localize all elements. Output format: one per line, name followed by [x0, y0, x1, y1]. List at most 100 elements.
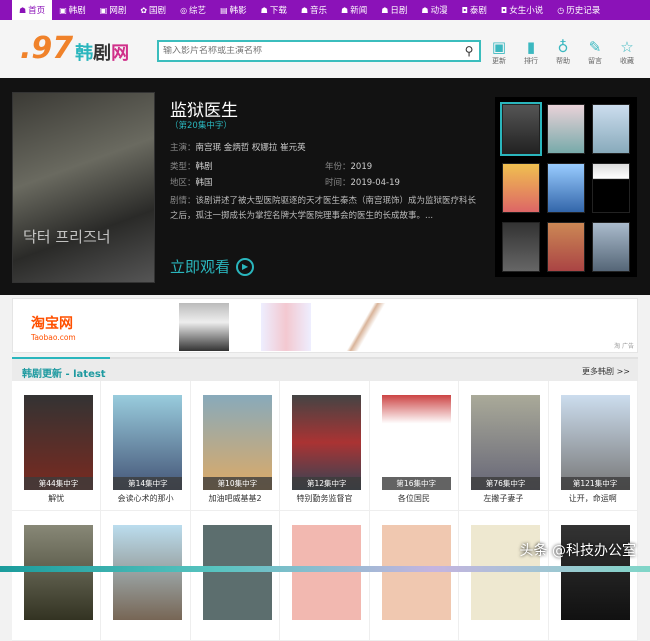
- bottom-band: [0, 566, 650, 572]
- drama-poster[interactable]: [24, 395, 93, 490]
- drama-card[interactable]: 第16集中字 各位国民: [369, 381, 460, 511]
- thumbnail[interactable]: [547, 222, 585, 272]
- tool-button[interactable]: ☆ 收藏: [616, 38, 638, 66]
- drama-card[interactable]: [369, 511, 460, 641]
- drama-card[interactable]: 第14集中字 会读心术的那小: [101, 381, 191, 511]
- drama-name[interactable]: 各位国民: [370, 493, 458, 504]
- drama-card[interactable]: [548, 511, 638, 641]
- thumbnail[interactable]: [592, 104, 630, 154]
- drama-name[interactable]: 加油吧威基基2: [191, 493, 279, 504]
- tv-icon: ▣: [59, 5, 67, 15]
- nav-item[interactable]: ◘ 泰剧: [455, 0, 494, 20]
- tool-button[interactable]: ✎ 留言: [584, 38, 606, 66]
- nav-item[interactable]: ☗ 动漫: [414, 0, 454, 20]
- tool-button[interactable]: ▮ 排行: [520, 38, 542, 66]
- clock-icon: ◷: [557, 5, 565, 15]
- section-accent: [12, 357, 110, 359]
- drama-poster[interactable]: [381, 395, 451, 490]
- poster-title-art: 닥터 프리즈너: [23, 228, 111, 246]
- drama-card[interactable]: [459, 511, 549, 641]
- episode-badge: 第14集中字: [113, 477, 183, 490]
- drama-poster[interactable]: [292, 395, 362, 490]
- nav-item[interactable]: ▣ 韩剧: [52, 0, 93, 20]
- drama-card[interactable]: 第121集中字 让开，命运啊: [548, 381, 638, 511]
- logo-number: .97: [20, 31, 74, 66]
- drama-poster[interactable]: [202, 395, 272, 490]
- nav-item[interactable]: ▣ 网剧: [93, 0, 134, 20]
- drama-card[interactable]: [101, 511, 191, 641]
- nav-item[interactable]: ☗ 首页: [12, 0, 53, 20]
- nav-item-label: 泰剧: [469, 6, 487, 16]
- drama-card[interactable]: 第12集中字 特别勤务监督官: [280, 381, 370, 511]
- watch-now-button[interactable]: 立即观看 ▶: [170, 256, 255, 277]
- top-nav: ☗ 首页 ▣ 韩剧 ▣ 网剧 ✿ 国剧 ◎ 综艺 ▤ 韩影 ☗ 下载 ☗ 音乐 ☗ 新闻 ☗ 日剧 ☗ 动漫 ◘ 泰剧 ◘ 女生小…: [0, 0, 650, 20]
- drama-card[interactable]: [190, 511, 281, 641]
- cast-value: 南宫珉 金炳哲 权娜拉 崔元英: [195, 143, 306, 153]
- nav-item[interactable]: ◷ 历史记录: [550, 0, 607, 20]
- nav-item[interactable]: ▤ 韩影: [213, 0, 254, 20]
- drama-poster[interactable]: [381, 525, 451, 620]
- nav-item[interactable]: ☗ 日剧: [374, 0, 414, 20]
- tool-label: 更新: [492, 57, 506, 65]
- ad-banner[interactable]: 淘宝网 Taobao.com 淘 广告: [12, 298, 638, 353]
- thumbnail[interactable]: [547, 163, 585, 213]
- nav-item-label: 韩影: [229, 6, 247, 16]
- drama-poster[interactable]: [560, 395, 630, 490]
- thumbnail[interactable]: [500, 102, 542, 156]
- drama-poster[interactable]: [113, 525, 183, 620]
- episode-badge: 第121集中字: [560, 477, 630, 490]
- drama-poster[interactable]: [292, 525, 362, 620]
- nav-item[interactable]: ☗ 音乐: [294, 0, 334, 20]
- drama-poster[interactable]: [202, 525, 272, 620]
- drama-card[interactable]: [12, 511, 102, 641]
- drama-card[interactable]: 第10集中字 加油吧威基基2: [190, 381, 281, 511]
- plot-label: 剧情：: [170, 196, 196, 206]
- ad-image[interactable]: [261, 303, 311, 351]
- nav-item[interactable]: ☗ 新闻: [334, 0, 374, 20]
- year-row: 年份：2019: [325, 160, 372, 172]
- thumbnail[interactable]: [502, 163, 540, 213]
- episode-badge: 第12集中字: [292, 477, 362, 490]
- featured-poster[interactable]: 닥터 프리즈너: [12, 92, 155, 283]
- nav-item-label: 首页: [28, 6, 46, 16]
- plot: 剧情：该剧讲述了被大型医院驱逐的天才医生秦杰（南宫珉饰）成为监狱医疗科长之后，孤…: [170, 194, 480, 224]
- date-label: 时间：: [325, 178, 351, 188]
- home-icon: ☗: [260, 5, 268, 15]
- ad-brand: 淘宝网: [31, 316, 73, 332]
- search-input[interactable]: [159, 46, 459, 56]
- drama-poster[interactable]: [471, 395, 541, 490]
- thumbnail[interactable]: [592, 222, 630, 272]
- more-link[interactable]: 更多韩剧 >>: [582, 366, 630, 377]
- drama-poster[interactable]: [113, 395, 183, 490]
- ad-image[interactable]: [179, 303, 229, 351]
- featured-banner: 닥터 프리즈너 监狱医生 （第20集中字） 主演：南宫珉 金炳哲 权娜拉 崔元英…: [0, 78, 650, 295]
- thumbnail[interactable]: [547, 104, 585, 154]
- tool-button[interactable]: ▣ 更新: [488, 38, 510, 66]
- drama-card[interactable]: 第76集中字 左撇子妻子: [459, 381, 549, 511]
- drama-name[interactable]: 让开，命运啊: [549, 493, 637, 504]
- drama-name[interactable]: 特别勤务监督官: [280, 493, 368, 504]
- drama-name[interactable]: 解忧: [12, 493, 100, 504]
- nav-item[interactable]: ◘ 女生小说: [494, 0, 550, 20]
- site-logo[interactable]: .97 韩剧网: [20, 34, 129, 64]
- nav-item[interactable]: ✿ 国剧: [133, 0, 173, 20]
- nav-item[interactable]: ☗ 下载: [254, 0, 294, 20]
- featured-title[interactable]: 监狱医生: [170, 96, 238, 121]
- drama-card[interactable]: 第44集中字 解忧: [12, 381, 102, 511]
- section-header: 韩剧更新 - latest 更多韩剧 >>: [12, 357, 638, 381]
- drama-name[interactable]: 左撇子妻子: [459, 493, 547, 504]
- tool-label: 留言: [588, 57, 602, 65]
- ad-tag: 淘 广告: [614, 343, 634, 350]
- home-icon: ☗: [19, 5, 27, 15]
- play-icon: ▶: [236, 257, 255, 276]
- drama-name[interactable]: 会读心术的那小: [101, 493, 189, 504]
- nav-item[interactable]: ◎ 综艺: [173, 0, 213, 20]
- drama-poster[interactable]: [24, 525, 93, 620]
- drama-card[interactable]: [280, 511, 370, 641]
- ad-image[interactable]: [343, 303, 393, 351]
- tool-button[interactable]: ♁ 帮助: [552, 38, 574, 66]
- thumbnail[interactable]: [592, 163, 630, 213]
- featured-episode: （第20集中字）: [170, 121, 232, 131]
- thumbnail[interactable]: [502, 222, 540, 272]
- search-icon[interactable]: ⚲: [459, 44, 479, 58]
